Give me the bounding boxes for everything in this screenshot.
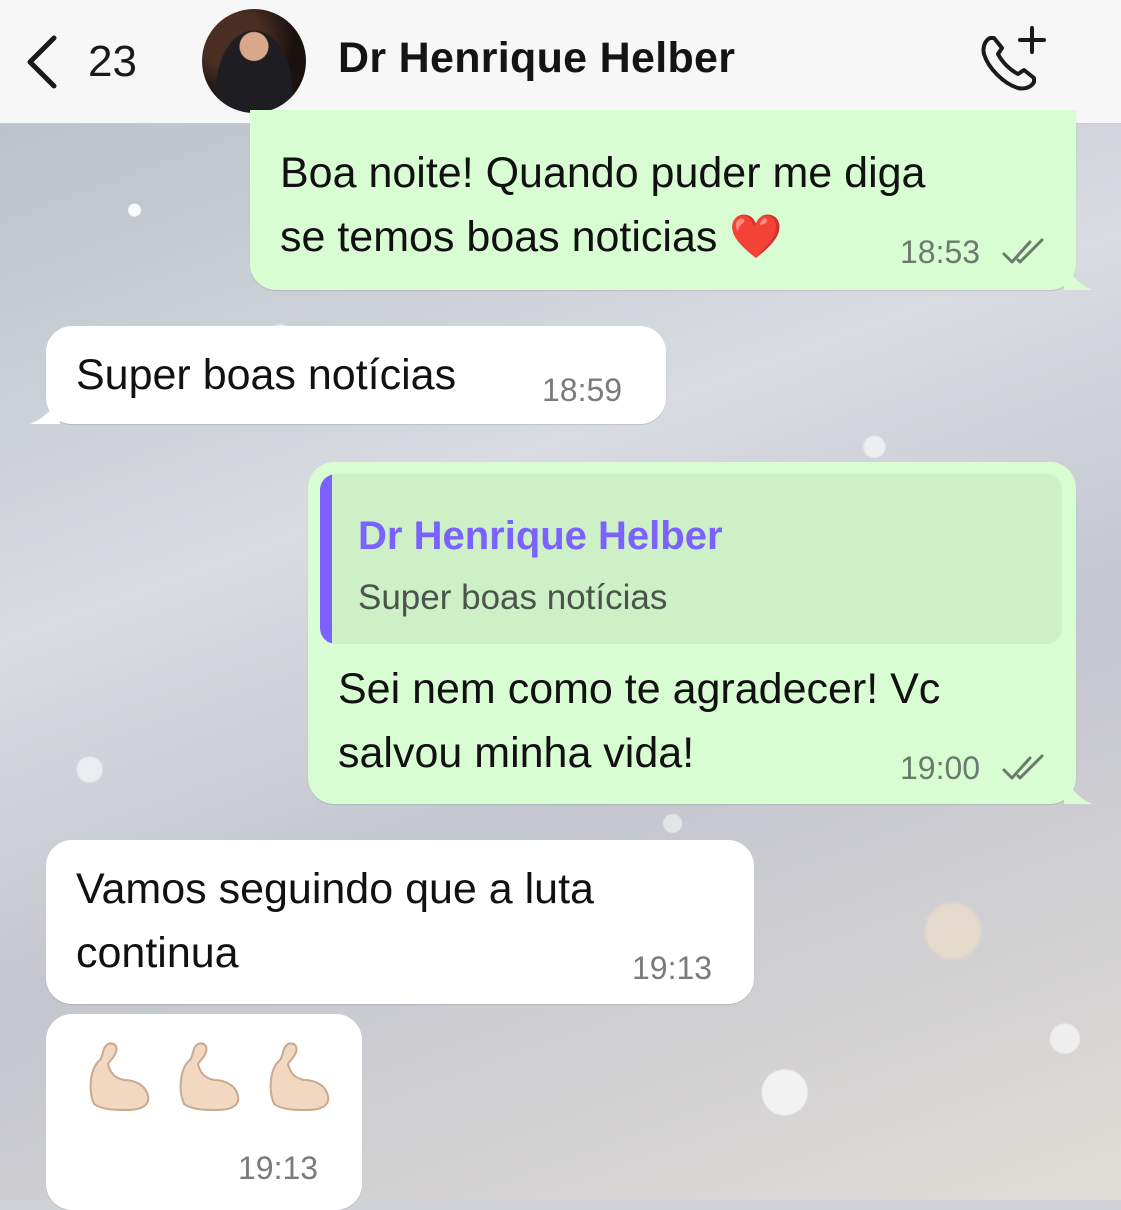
bubble-tail: [30, 396, 60, 424]
message-outgoing-reply[interactable]: Dr Henrique Helber Super boas notícias S…: [308, 462, 1076, 804]
emoji-message: [80, 1038, 332, 1114]
message-incoming[interactable]: Super boas notícias 18:59: [46, 326, 666, 424]
message-time: 19:00: [900, 750, 981, 786]
message-incoming-emoji[interactable]: 19:13: [46, 1014, 362, 1210]
contact-name[interactable]: Dr Henrique Helber: [338, 34, 735, 83]
quoted-text: Super boas notícias: [358, 578, 668, 617]
flexed-biceps-icon: [269, 1042, 330, 1112]
chat-header: 23 Dr Henrique Helber: [0, 0, 1121, 124]
quote-accent-bar: [320, 474, 332, 644]
message-text: salvou minha vida!: [338, 729, 695, 777]
bubble-tail: [1064, 776, 1092, 804]
message-text: Sei nem como te agradecer! Vc: [338, 665, 941, 713]
message-text: Super boas notícias: [76, 351, 457, 399]
message-incoming[interactable]: Vamos seguindo que a luta continua 19:13: [46, 840, 754, 1004]
back-button[interactable]: 23: [22, 30, 142, 94]
message-text: se temos boas noticias ❤️: [280, 213, 783, 261]
message-text: Vamos seguindo que a luta: [76, 865, 594, 913]
chevron-left-icon: [27, 35, 57, 89]
bubble-tail: [1064, 262, 1092, 290]
phone-add-icon[interactable]: [972, 22, 1052, 102]
message-time: 19:13: [238, 1150, 319, 1186]
message-time: 18:59: [542, 372, 623, 408]
message-time: 19:13: [632, 950, 713, 986]
contact-avatar[interactable]: [202, 9, 306, 113]
message-text: continua: [76, 929, 239, 977]
flexed-biceps-icon: [179, 1042, 240, 1112]
message-time: 18:53: [900, 234, 981, 270]
quoted-author: Dr Henrique Helber: [358, 514, 723, 558]
flexed-biceps-icon: [89, 1042, 150, 1112]
message-outgoing[interactable]: Boa noite! Quando puder me diga se temos…: [250, 110, 1076, 290]
double-check-icon: [1002, 754, 1044, 780]
double-check-icon: [1002, 238, 1044, 264]
unread-count: 23: [88, 37, 137, 86]
message-text: Boa noite! Quando puder me diga: [280, 149, 926, 197]
quoted-message[interactable]: Dr Henrique Helber Super boas notícias: [320, 474, 1062, 644]
